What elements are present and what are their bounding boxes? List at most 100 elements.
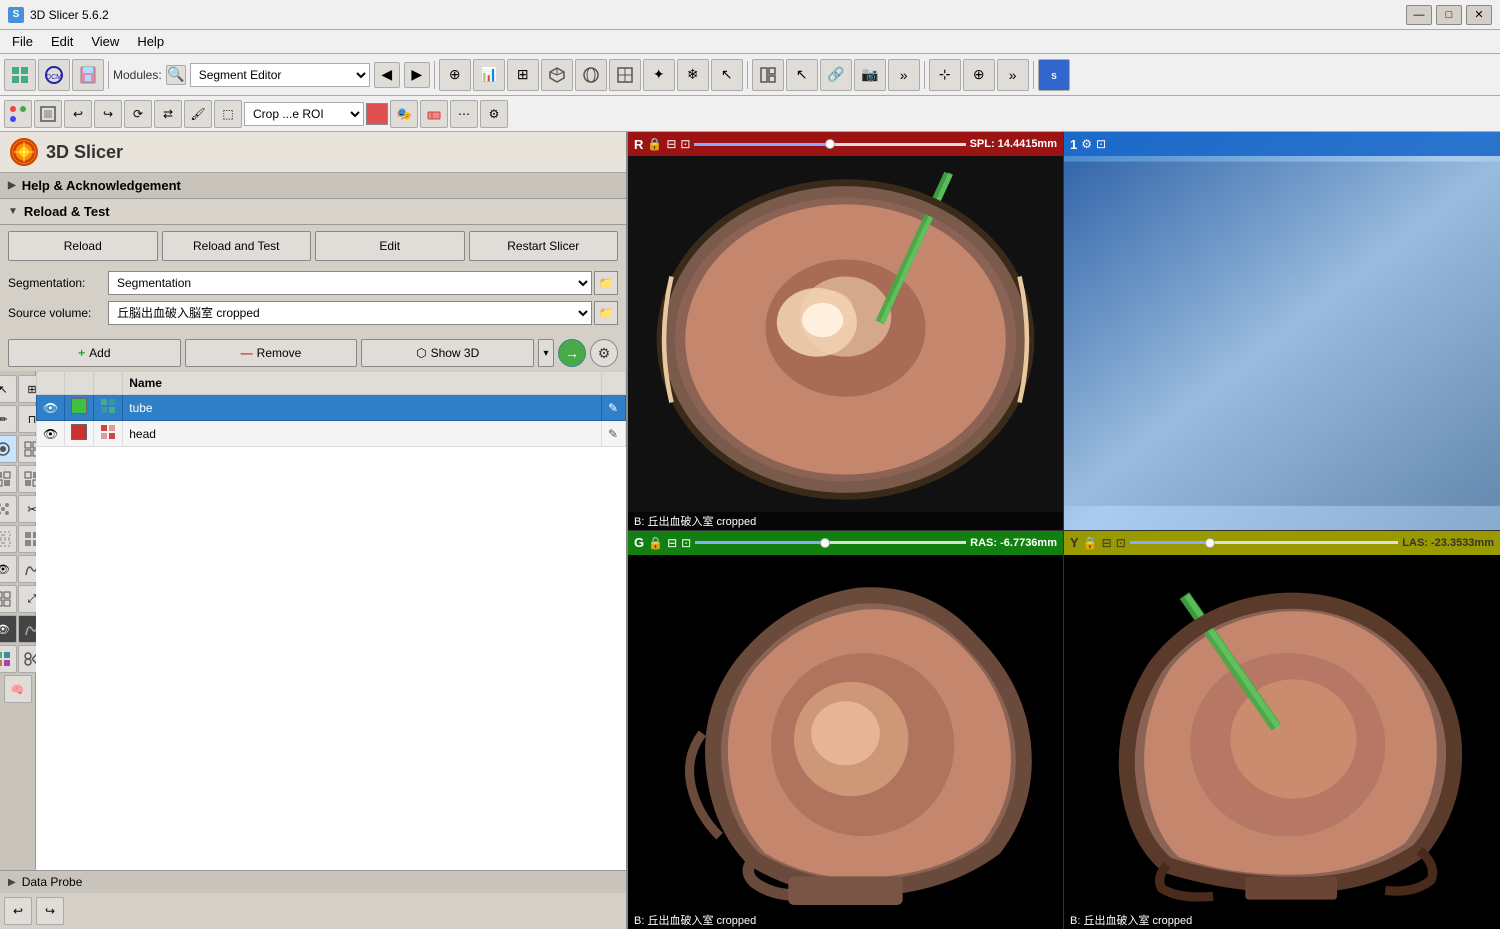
- dicom-icon-btn[interactable]: DCM: [38, 59, 70, 91]
- tube-edit-cell[interactable]: ✎: [602, 395, 626, 421]
- vp-yellow-window-icon[interactable]: ⊡: [1116, 536, 1126, 550]
- vp-yellow-slider[interactable]: [1130, 541, 1399, 544]
- close-button[interactable]: ✕: [1466, 5, 1492, 25]
- star-btn[interactable]: ✦: [643, 59, 675, 91]
- show-3d-dropdown-arrow[interactable]: ▾: [538, 339, 554, 367]
- chart-btn[interactable]: 📊: [473, 59, 505, 91]
- vp-red-slider[interactable]: [694, 143, 965, 146]
- fill-tool-btn[interactable]: [0, 435, 17, 463]
- segmentation-select[interactable]: Segmentation: [108, 271, 592, 295]
- brain-tool-btn[interactable]: 🧠: [4, 675, 32, 703]
- add-segment-button[interactable]: + Add: [8, 339, 181, 367]
- vp-yellow-layer-icon[interactable]: ⊟: [1102, 536, 1112, 550]
- sphere-btn[interactable]: [575, 59, 607, 91]
- data-probe-section[interactable]: ▶ Data Probe: [0, 870, 626, 893]
- more2-btn[interactable]: »: [997, 59, 1029, 91]
- segment-nav-button[interactable]: →: [558, 339, 586, 367]
- paint-btn[interactable]: 🖌: [184, 100, 212, 128]
- vp-green-layer-icon[interactable]: ⊟: [667, 536, 677, 550]
- segment-nav-button-2[interactable]: ⚙: [590, 339, 618, 367]
- seg-tool-btn[interactable]: [34, 100, 62, 128]
- seg-folder-btn[interactable]: 📁: [594, 271, 618, 295]
- edit-button[interactable]: Edit: [315, 231, 465, 261]
- head-edit-cell[interactable]: ✎: [602, 421, 626, 447]
- settings-btn[interactable]: ⚙: [480, 100, 508, 128]
- dot-grid-tool-btn[interactable]: [0, 495, 17, 523]
- pencil-tool-btn[interactable]: ✏: [0, 405, 17, 433]
- color-grid-tool-btn[interactable]: [0, 645, 17, 673]
- cursor-btn[interactable]: ↖: [786, 59, 818, 91]
- flip-btn[interactable]: ⇄: [154, 100, 182, 128]
- menu-edit[interactable]: Edit: [43, 32, 81, 51]
- module-back-btn[interactable]: ◀: [374, 62, 400, 88]
- table-row[interactable]: 👁 tube ✎: [37, 395, 626, 421]
- crosshair2-btn[interactable]: ⊹: [929, 59, 961, 91]
- reload-test-header[interactable]: ▼ Reload & Test: [0, 199, 626, 225]
- save-icon-btn[interactable]: [72, 59, 104, 91]
- vp-lock-icon[interactable]: 🔒: [647, 137, 662, 151]
- effect-dropdown[interactable]: Crop ...e ROI Threshold Paint Draw: [244, 102, 364, 126]
- menu-help[interactable]: Help: [129, 32, 172, 51]
- slicer-icon-btn[interactable]: S: [1038, 59, 1070, 91]
- checkerboard-tool-btn[interactable]: [0, 465, 17, 493]
- help-section-header[interactable]: ▶ Help & Acknowledgement: [0, 173, 626, 199]
- vp-3d-window-icon[interactable]: ⊡: [1096, 137, 1106, 151]
- undo-btn[interactable]: ↩: [64, 100, 92, 128]
- source-volume-select[interactable]: 丘脳出血破入脳室 cropped: [108, 301, 592, 325]
- eye-tool-btn[interactable]: 👁: [0, 555, 17, 583]
- title-bar-controls[interactable]: — □ ✕: [1406, 5, 1492, 25]
- dark-eye-tool-btn[interactable]: 👁: [0, 615, 17, 643]
- reload-button[interactable]: Reload: [8, 231, 158, 261]
- arrow-tool-btn[interactable]: ↖: [0, 375, 17, 403]
- head-edit-btn[interactable]: ✎: [608, 427, 618, 441]
- slider-knob[interactable]: [825, 139, 835, 149]
- vp-yellow-lock-icon[interactable]: 🔒: [1083, 536, 1098, 550]
- slider-knob-yellow[interactable]: [1205, 538, 1215, 548]
- mesh-btn[interactable]: [609, 59, 641, 91]
- cube-btn[interactable]: [541, 59, 573, 91]
- more-btn[interactable]: »: [888, 59, 920, 91]
- snowflake-btn[interactable]: ❄: [677, 59, 709, 91]
- redo-btn[interactable]: ↪: [94, 100, 122, 128]
- bottom-undo-btn[interactable]: ↩: [4, 897, 32, 925]
- vp-window-icon[interactable]: ⊡: [680, 137, 690, 151]
- grid3-tool-btn[interactable]: [0, 585, 17, 613]
- table-btn[interactable]: ⊞: [507, 59, 539, 91]
- vp-green-slider[interactable]: [695, 541, 966, 544]
- dotted-grid-tool-btn[interactable]: [0, 525, 17, 553]
- vp-green-window-icon[interactable]: ⊡: [681, 536, 691, 550]
- maximize-button[interactable]: □: [1436, 5, 1462, 25]
- tube-edit-btn[interactable]: ✎: [608, 401, 618, 415]
- modules-dropdown[interactable]: Segment Editor Data Volumes Models: [190, 63, 370, 87]
- show-3d-button[interactable]: ⬡ Show 3D: [361, 339, 534, 367]
- crosshair-btn[interactable]: ⊕: [439, 59, 471, 91]
- menu-file[interactable]: File: [4, 32, 41, 51]
- nav-btn[interactable]: ⊕: [963, 59, 995, 91]
- data-icon-btn[interactable]: [4, 59, 36, 91]
- reload-and-test-button[interactable]: Reload and Test: [162, 231, 312, 261]
- menu-view[interactable]: View: [83, 32, 127, 51]
- seg-draw-btn[interactable]: [4, 100, 32, 128]
- select-btn[interactable]: ⬚: [214, 100, 242, 128]
- module-forward-btn[interactable]: ▶: [404, 62, 430, 88]
- screenshot-btn[interactable]: 📷: [854, 59, 886, 91]
- fill-btn[interactable]: ⋯: [450, 100, 478, 128]
- rotate-btn[interactable]: ⟳: [124, 100, 152, 128]
- modules-search-btn[interactable]: 🔍: [166, 65, 186, 85]
- slider-knob-green[interactable]: [820, 538, 830, 548]
- erase-btn[interactable]: [420, 100, 448, 128]
- mask-btn[interactable]: 🎭: [390, 100, 418, 128]
- remove-segment-button[interactable]: — Remove: [185, 339, 358, 367]
- color-swatch[interactable]: [366, 103, 388, 125]
- restart-slicer-button[interactable]: Restart Slicer: [469, 231, 619, 261]
- vp-3d-settings-icon[interactable]: ⚙: [1081, 137, 1092, 151]
- layout-btn[interactable]: [752, 59, 784, 91]
- bottom-redo-btn[interactable]: ↪: [36, 897, 64, 925]
- table-row[interactable]: 👁 head ✎: [37, 421, 626, 447]
- link-btn[interactable]: 🔗: [820, 59, 852, 91]
- source-folder-btn[interactable]: 📁: [594, 301, 618, 325]
- pointer-btn[interactable]: ↖: [711, 59, 743, 91]
- minimize-button[interactable]: —: [1406, 5, 1432, 25]
- vp-green-lock-icon[interactable]: 🔒: [648, 536, 663, 550]
- vp-layer-icon[interactable]: ⊟: [666, 137, 676, 151]
